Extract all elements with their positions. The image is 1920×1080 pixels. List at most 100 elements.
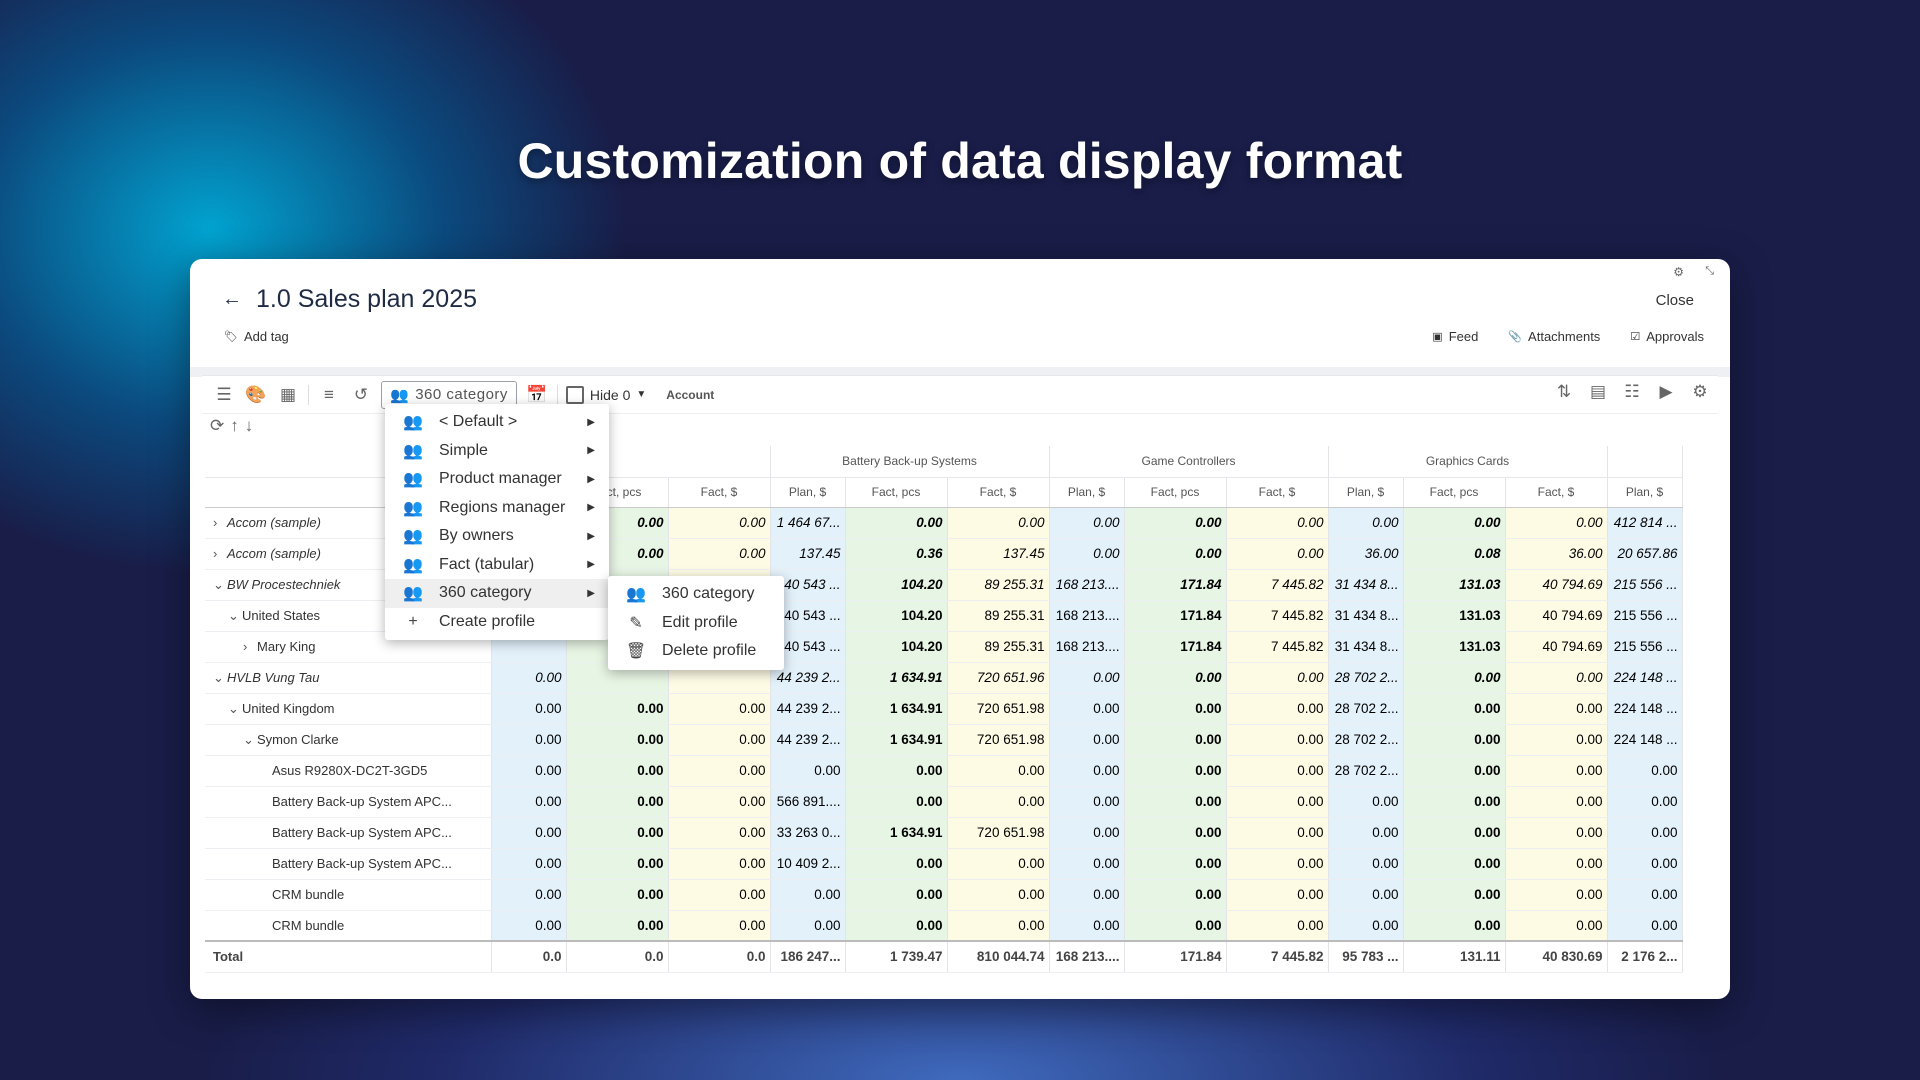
table-cell[interactable]: 36.00 (1505, 538, 1608, 570)
table-cell[interactable]: 0.00 (491, 817, 567, 849)
table-cell[interactable]: 28 702 2... (1328, 755, 1404, 787)
table-cell[interactable]: 0.00 (1124, 724, 1227, 756)
table-cell[interactable]: 0.00 (1049, 879, 1125, 911)
table-cell[interactable]: 186 247... (770, 940, 846, 973)
feed-link[interactable]: ▣ Feed (1432, 329, 1478, 344)
row-name-cell[interactable]: Asus R9280X-DC2T-3GD5 (205, 755, 492, 787)
table-cell[interactable]: 0.00 (1124, 848, 1227, 880)
table-cell[interactable]: 0.00 (1403, 755, 1506, 787)
column-header[interactable]: Fact, $ (1226, 477, 1329, 508)
row-name-cell[interactable]: Battery Back-up System APC... (205, 848, 492, 880)
table-cell[interactable]: 7 445.82 (1226, 569, 1329, 601)
table-cell[interactable]: 0.00 (770, 879, 846, 911)
table-cell[interactable]: 0.00 (1328, 848, 1404, 880)
menu-item-regions-manager[interactable]: 👥 Regions manager ▶ (385, 494, 609, 523)
chevron-down-icon[interactable]: ⌄ (228, 701, 242, 717)
submenu-item-delete-profile[interactable]: 🗑 Delete profile (608, 637, 784, 666)
table-cell[interactable]: 171.84 (1124, 600, 1227, 632)
table-cell[interactable]: 0.00 (1049, 538, 1125, 570)
table-cell[interactable]: 0.00 (1226, 662, 1329, 694)
table-cell[interactable]: 168 213.... (1049, 569, 1125, 601)
total-row[interactable]: Total 0.0 0.0 0.0 186 247... 1 739.47 810 044.… (205, 940, 1683, 973)
menu-item-360-category[interactable]: 👥 360 category ▶ (385, 579, 609, 608)
row-name-cell[interactable]: Battery Back-up System APC... (205, 786, 492, 818)
submenu-item-edit-profile[interactable]: ✎ Edit profile (608, 609, 784, 638)
table-cell[interactable]: 0.00 (845, 507, 948, 539)
table-cell[interactable]: 7 445.82 (1226, 631, 1329, 663)
table-cell[interactable]: 89 255.31 (947, 600, 1050, 632)
table-cell[interactable]: 0.00 (947, 786, 1050, 818)
table-cell[interactable]: 810 044.74 (947, 940, 1050, 973)
close-button[interactable]: Close (1656, 292, 1694, 309)
hide-zero-toggle[interactable]: Hide 0 ▼ (565, 385, 646, 404)
table-cell[interactable]: 0.00 (1403, 786, 1506, 818)
table-cell[interactable]: 131.03 (1403, 600, 1506, 632)
table-cell[interactable]: 0.00 (947, 507, 1050, 539)
hide-zero-checkbox[interactable] (565, 385, 584, 404)
table-cell[interactable]: 0.00 (566, 724, 669, 756)
table-cell[interactable]: 20 657.86 (1607, 538, 1683, 570)
table-cell[interactable]: 0.00 (1124, 507, 1227, 539)
column-header[interactable]: Fact, $ (947, 477, 1050, 508)
table-cell[interactable]: 720 651.98 (947, 817, 1050, 849)
table-cell[interactable]: 0.00 (1607, 786, 1683, 818)
approvals-link[interactable]: ☑ Approvals (1630, 329, 1704, 344)
table-cell[interactable]: 0.00 (491, 662, 567, 694)
table-cell[interactable]: 0.00 (845, 755, 948, 787)
table-cell[interactable]: 0.00 (1226, 755, 1329, 787)
table-cell[interactable]: 215 556 ... (1607, 569, 1683, 601)
column-header[interactable]: Fact, pcs (1124, 477, 1227, 508)
table-cell[interactable]: 89 255.31 (947, 631, 1050, 663)
table-cell[interactable]: 0.00 (947, 848, 1050, 880)
table-cell[interactable]: 36.00 (1328, 538, 1404, 570)
table-cell[interactable]: 0.00 (1226, 879, 1329, 911)
table-cell[interactable]: 0.00 (491, 879, 567, 911)
table-cell[interactable]: 0.00 (1226, 538, 1329, 570)
row-name-cell[interactable]: ⌄ HVLB Vung Tau (205, 662, 492, 694)
table-cell[interactable]: 0.00 (845, 879, 948, 911)
table-cell[interactable]: 0.00 (1226, 507, 1329, 539)
table-cell[interactable]: 40 794.69 (1505, 631, 1608, 663)
table-cell[interactable]: 0.00 (1607, 755, 1683, 787)
table-cell[interactable]: 0.00 (1403, 693, 1506, 725)
row-name-cell[interactable]: Battery Back-up System APC... (205, 817, 492, 849)
table-cell[interactable]: 104.20 (845, 600, 948, 632)
menu-item-create-profile[interactable]: + Create profile (385, 608, 609, 637)
table-cell[interactable]: 0.00 (668, 724, 771, 756)
table-cell[interactable]: 720 651.96 (947, 662, 1050, 694)
table-cell[interactable]: 0.00 (1124, 817, 1227, 849)
table-cell[interactable]: 171.84 (1124, 940, 1227, 973)
table-cell[interactable]: 0.00 (1403, 662, 1506, 694)
table-cell[interactable]: 131.03 (1403, 631, 1506, 663)
column-header[interactable]: Fact, pcs (845, 477, 948, 508)
table-cell[interactable]: 0.00 (1124, 786, 1227, 818)
table-cell[interactable]: 137.45 (770, 538, 846, 570)
table-cell[interactable]: 215 556 ... (1607, 600, 1683, 632)
table-cell[interactable]: 224 148 ... (1607, 662, 1683, 694)
table-cell[interactable]: 137.45 (947, 538, 1050, 570)
table-cell[interactable]: 0.00 (947, 910, 1050, 942)
table-cell[interactable]: 31 434 8... (1328, 600, 1404, 632)
table-cell[interactable]: 0.00 (770, 755, 846, 787)
table-cell[interactable]: 0.00 (1403, 817, 1506, 849)
account-label[interactable]: Account (666, 388, 714, 402)
table-cell[interactable]: 0.00 (1226, 817, 1329, 849)
table-cell[interactable]: 1 464 67... (770, 507, 846, 539)
table-cell[interactable]: 0.00 (1226, 910, 1329, 942)
table-cell[interactable]: 0.00 (1328, 910, 1404, 942)
menu-item-fact-tabular[interactable]: 👥 Fact (tabular) ▶ (385, 551, 609, 580)
table-cell[interactable]: 0.00 (1607, 910, 1683, 942)
menu-item-product-manager[interactable]: 👥 Product manager ▶ (385, 465, 609, 494)
table-row[interactable]: ⌄ Symon Clarke 0.00 0.00 0.00 44 239 2... 1 63… (205, 724, 1683, 756)
table-cell[interactable]: 168 213.... (1049, 631, 1125, 663)
row-name-cell[interactable]: ⌄ United Kingdom (205, 693, 492, 725)
row-name-cell[interactable]: CRM bundle (205, 879, 492, 911)
table-cell[interactable]: 0.00 (1049, 910, 1125, 942)
sort-icon[interactable]: ⇅ (1552, 380, 1576, 404)
table-cell[interactable]: 215 556 ... (1607, 631, 1683, 663)
arrow-down-icon[interactable]: ↓ (245, 416, 254, 436)
table-cell[interactable]: 0.00 (1505, 724, 1608, 756)
table-cell[interactable]: 0.00 (1124, 693, 1227, 725)
table-cell[interactable]: 0.00 (1049, 507, 1125, 539)
play-icon[interactable]: ▶ (1654, 380, 1678, 404)
